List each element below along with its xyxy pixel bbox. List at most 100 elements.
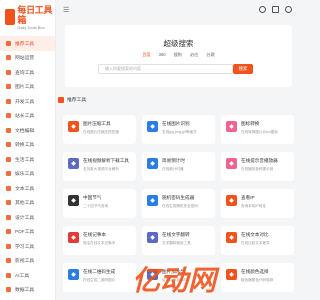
sidebar-item[interactable]: 查询工具 <box>0 65 55 80</box>
sidebar-item-label: 文本工具 <box>15 186 35 192</box>
tool-card[interactable]: ◆ 在线图片识别支持jpg,png,gif等格式 <box>142 115 215 144</box>
tool-title: 在线视频解析下载工具 <box>83 158 129 163</box>
sidebar-item[interactable]: 转换工具 <box>0 138 55 153</box>
scan-icon: ◆ <box>147 121 158 132</box>
compare-icon: ◆ <box>226 232 237 243</box>
search-button[interactable]: 搜索 <box>233 64 253 74</box>
sidebar-item[interactable]: 推荐工具 <box>0 36 55 51</box>
sidebar-item-label: 开发工具 <box>15 99 35 105</box>
search-icon[interactable] <box>259 6 266 13</box>
tool-description: 查询本机IP地址 <box>241 204 266 208</box>
tool-card[interactable]: ◆ 中国节气二十四节气查询 <box>63 189 136 218</box>
sidebar-item-label: 推荐工具 <box>15 41 35 47</box>
sidebar-item-label: 文档编辑 <box>15 128 35 134</box>
sidebar-item-label: 设计工具 <box>15 215 35 221</box>
image-icon: ◆ <box>68 121 79 132</box>
search-engine-option[interactable]: 谷歌 <box>206 52 214 58</box>
tool-card[interactable]: ◆ 在线文字翻转 文字翻转倒序工具 <box>142 226 215 255</box>
sidebar-item-label: 查询工具 <box>15 70 35 76</box>
sidebar-item[interactable]: 站长工具 <box>0 109 55 124</box>
sidebar-item-label: 数据工具 <box>15 288 35 294</box>
sidebar-item-label: 网站运营 <box>15 56 35 62</box>
sidebar-item-icon <box>6 40 11 46</box>
user-icon[interactable] <box>285 6 292 13</box>
sidebar-item-icon <box>6 98 11 104</box>
search-engines: 百度 360 搜狗 必应 谷歌 <box>65 52 292 58</box>
tool-card[interactable]: ◆ 在线提示音播放器 在线播放各种提示音 <box>221 152 294 181</box>
menu-icon[interactable]: ☰ <box>63 6 69 14</box>
sidebar-item[interactable]: PDF工具 <box>0 225 55 240</box>
sidebar-item-icon <box>6 84 11 90</box>
sidebar-item-icon <box>6 229 11 235</box>
tool-description: 在线转换图片为ico图标 <box>241 130 278 134</box>
sidebar-item[interactable]: 生活工具 <box>0 152 55 167</box>
logo-subtext: Daily Tools Box <box>17 24 45 30</box>
search-input[interactable]: 输入你要搜索的内容 <box>98 64 233 74</box>
sidebar-item-icon <box>6 142 11 148</box>
timer-icon: ◆ <box>147 158 158 169</box>
search-panel: 超级搜索 百度 360 搜狗 必应 谷歌 输入你要搜索的内容 搜索 <box>65 25 292 87</box>
section-header: 推荐工具 <box>58 96 86 103</box>
tool-card[interactable]: ◆ 简易倒计时 在线倒计时器 <box>142 152 215 181</box>
sidebar-item-label: PDF工具 <box>15 230 35 236</box>
sidebar-item-icon <box>6 287 11 293</box>
sidebar-item[interactable]: 网站运营 <box>0 51 55 66</box>
logo-text: 每日工具箱 <box>17 4 53 25</box>
sidebar-item-label: 图片工具 <box>15 85 35 91</box>
sidebar-item[interactable]: AI工具 <box>0 268 55 283</box>
tool-card[interactable]: ◆ 查看IP 查询本机IP地址 <box>221 189 294 218</box>
calendar-icon: ◆ <box>68 195 79 206</box>
search-engine-option[interactable]: 必应 <box>190 52 198 58</box>
sidebar-item-label: AI工具 <box>15 273 30 279</box>
theme-icon[interactable] <box>272 6 279 13</box>
sidebar-item[interactable]: 文档编辑 <box>0 123 55 138</box>
sidebar-item[interactable]: 图片工具 <box>0 80 55 95</box>
section-icon <box>58 96 64 103</box>
sidebar-item-icon <box>6 69 11 75</box>
sidebar-item[interactable]: 设计工具 <box>0 210 55 225</box>
sidebar-item[interactable]: 影视工具 <box>0 254 55 269</box>
sidebar-item[interactable]: 数据工具 <box>0 283 55 298</box>
search-engine-option[interactable]: 搜狗 <box>174 52 182 58</box>
tool-description: 在线生成随机安全密码 <box>162 204 198 208</box>
audio-icon: ◆ <box>226 158 237 169</box>
tool-description: 支持jpg,png,gif等格式 <box>162 130 197 134</box>
sidebar-item[interactable]: 学习工具 <box>0 239 55 254</box>
sidebar-item[interactable]: 其他工具 <box>0 196 55 211</box>
tool-title: 在线图片识别 <box>162 121 190 126</box>
tool-title: 中国节气 <box>83 195 102 200</box>
tool-card[interactable]: ◆ 在线二维码生成 在线生成二维码图片 <box>63 263 136 292</box>
tool-card[interactable]: ◆ 在线视频解析下载工具 支持各大视频平台解析 <box>63 152 136 181</box>
sidebar-item-icon <box>6 272 11 278</box>
note-icon: ◆ <box>68 232 79 243</box>
sidebar-item-label: 影视工具 <box>15 259 35 265</box>
sidebar-item[interactable]: 文本工具 <box>0 181 55 196</box>
sidebar-item[interactable]: 开发工具 <box>0 94 55 109</box>
tool-title: 随机密码生成器 <box>162 195 195 200</box>
sidebar-item-icon <box>6 258 11 264</box>
logo-icon <box>5 9 16 25</box>
sidebar-item[interactable]: 娱乐工具 <box>0 167 55 182</box>
tool-title: 简易倒计时 <box>162 158 185 163</box>
tool-description: 文字翻转倒序工具 <box>162 241 191 245</box>
ip-icon: ◆ <box>226 195 237 206</box>
tool-title: 在线文本对比 <box>241 232 269 237</box>
sidebar-item-icon <box>6 243 11 249</box>
tool-title: 在线二维码生成 <box>83 269 116 274</box>
convert-icon: ◆ <box>226 121 237 132</box>
tool-card[interactable]: ◆ 图标转换在线转换图片为ico图标 <box>221 115 294 144</box>
search-title: 超级搜索 <box>163 39 194 48</box>
sidebar-item-label: 生活工具 <box>15 157 35 163</box>
tool-description: 二十四节气查询 <box>83 204 109 208</box>
tool-card[interactable]: ◆ 在线记事本 简洁在线文本记事本 <box>63 226 136 255</box>
tool-title: 图标转换 <box>241 121 260 126</box>
tool-title: 图片压缩工具 <box>83 121 111 126</box>
tool-card[interactable]: ◆ 图片压缩工具 在线图片压缩无损压缩 <box>63 115 136 144</box>
tool-card[interactable]: ◆ 在线文本对比 在线比较文本差异 <box>221 226 294 255</box>
tool-card[interactable]: ◆ 随机密码生成器 在线生成随机安全密码 <box>142 189 215 218</box>
section-title: 推荐工具 <box>67 98 87 103</box>
search-engine-option[interactable]: 360 <box>159 52 166 58</box>
search-engine-option[interactable]: 百度 <box>142 52 150 58</box>
logo[interactable]: 每日工具箱 Daily Tools Box <box>0 0 55 34</box>
tool-title: 在线提示音播放器 <box>241 158 278 163</box>
